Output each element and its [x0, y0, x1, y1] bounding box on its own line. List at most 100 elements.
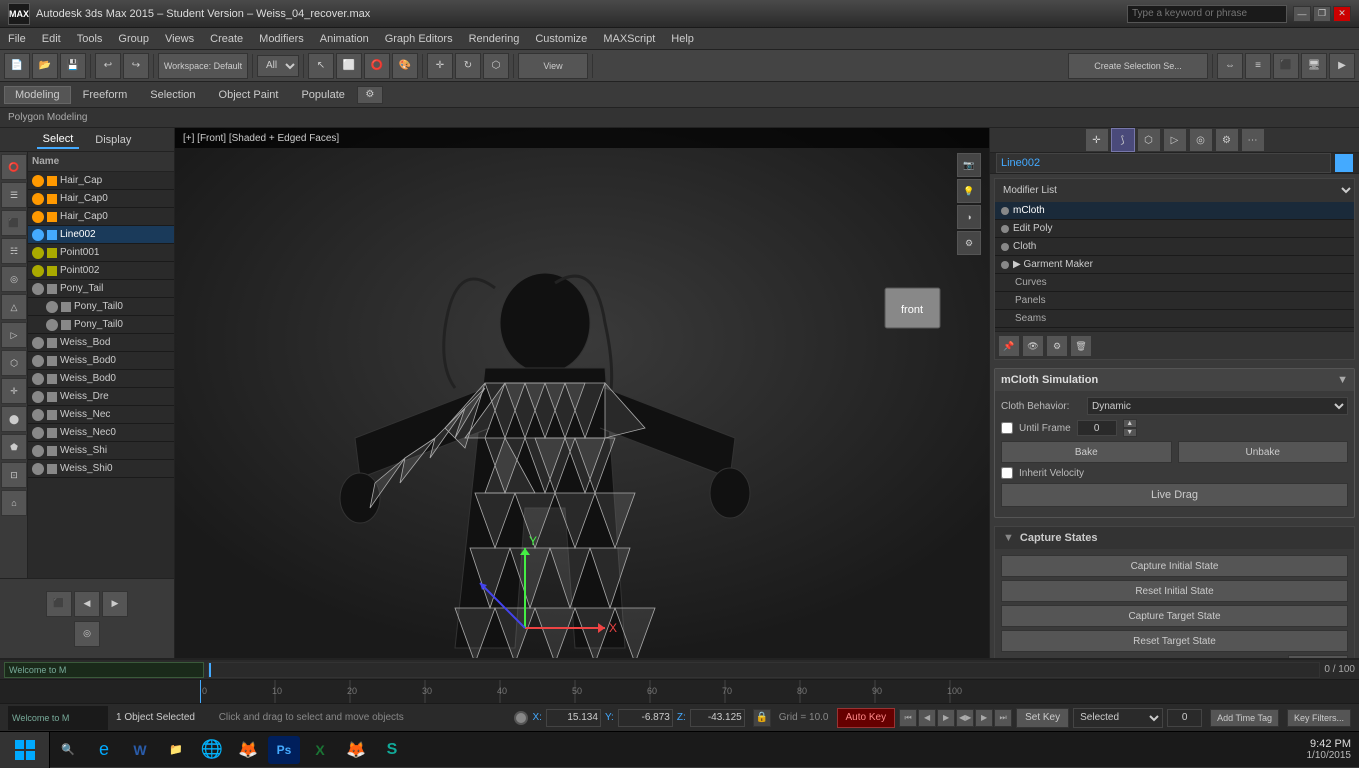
left-icon-2[interactable]: ☰ — [1, 182, 27, 208]
taskbar-app1[interactable]: 🦊 — [340, 734, 372, 766]
modifier-cloth[interactable]: Cloth — [995, 238, 1354, 256]
align-btn[interactable]: ≡ — [1245, 53, 1271, 79]
cmd-extra-icon[interactable]: ⋯ — [1241, 128, 1265, 152]
auto-key-button[interactable]: Auto Key — [837, 708, 896, 728]
key-filters-btn[interactable]: Key Filters... — [1287, 709, 1351, 727]
paint-select-btn[interactable]: 🎨 — [392, 53, 418, 79]
taskbar-excel[interactable]: X — [304, 734, 336, 766]
tab-populate[interactable]: Populate — [290, 86, 355, 104]
taskbar-word[interactable]: W — [124, 734, 156, 766]
mod-trash-btn[interactable]: 🗑 — [1070, 335, 1092, 357]
list-item[interactable]: Weiss_Shi0 — [28, 460, 174, 478]
list-item[interactable]: Weiss_Nec0 — [28, 424, 174, 442]
left-icon-7[interactable]: ▷ — [1, 322, 27, 348]
list-item[interactable]: Hair_Cap0 — [28, 190, 174, 208]
menu-views[interactable]: Views — [157, 31, 202, 47]
menu-help[interactable]: Help — [663, 31, 702, 47]
list-item[interactable]: Pony_Tail — [28, 280, 174, 298]
menu-maxscript[interactable]: MAXScript — [595, 31, 663, 47]
next-btn[interactable]: ▶ — [975, 709, 993, 727]
minimize-button[interactable]: — — [1293, 6, 1311, 22]
capture-states-header[interactable]: ▼ Capture States — [995, 527, 1354, 549]
vp-shading-icon[interactable]: ◑ — [957, 205, 981, 229]
left-icon-11[interactable]: ⬟ — [1, 434, 27, 460]
modifier-curves[interactable]: Curves — [995, 274, 1354, 292]
bottom-icon-2[interactable]: ◀ — [74, 591, 100, 617]
cmd-motion-icon[interactable]: ▷ — [1163, 128, 1187, 152]
menu-tools[interactable]: Tools — [69, 31, 111, 47]
workspace-dropdown[interactable]: Workspace: Default — [158, 53, 248, 79]
left-icon-4[interactable]: ☵ — [1, 238, 27, 264]
tab-freeform[interactable]: Freeform — [72, 86, 139, 104]
left-icon-6[interactable]: △ — [1, 294, 27, 320]
list-item-selected[interactable]: Line002 — [28, 226, 174, 244]
list-item[interactable]: Point001 — [28, 244, 174, 262]
behavior-select[interactable]: Dynamic — [1087, 397, 1348, 415]
cmd-modify-icon[interactable]: ⟆ — [1111, 128, 1135, 152]
vp-camera-icon[interactable]: 📷 — [957, 153, 981, 177]
list-item[interactable]: Weiss_Shi — [28, 442, 174, 460]
select-region-btn[interactable]: ⬜ — [336, 53, 362, 79]
rotate-btn[interactable]: ↻ — [455, 53, 481, 79]
menu-customize[interactable]: Customize — [527, 31, 595, 47]
filter-dropdown[interactable]: All — [257, 55, 299, 77]
keyword-search[interactable] — [1127, 5, 1287, 23]
left-icon-9[interactable]: ✛ — [1, 378, 27, 404]
x-coord-input[interactable] — [546, 709, 601, 727]
menu-modifiers[interactable]: Modifiers — [251, 31, 312, 47]
close-button[interactable]: ✕ — [1333, 6, 1351, 22]
lock-icon[interactable]: 🔒 — [753, 709, 771, 727]
vp-light-icon[interactable]: 💡 — [957, 179, 981, 203]
new-scene-btn[interactable]: 📄 — [4, 53, 30, 79]
menu-create[interactable]: Create — [202, 31, 251, 47]
menu-group[interactable]: Group — [110, 31, 157, 47]
bottom-icon-4[interactable]: ◎ — [74, 621, 100, 647]
menu-rendering[interactable]: Rendering — [461, 31, 528, 47]
frame-spin-down[interactable]: ▼ — [1123, 428, 1137, 437]
frame-spin-up[interactable]: ▲ — [1123, 419, 1137, 428]
undo-btn[interactable]: ↩ — [95, 53, 121, 79]
tab-modeling[interactable]: Modeling — [4, 86, 71, 104]
restore-button[interactable]: ❐ — [1313, 6, 1331, 22]
list-item[interactable]: Pony_Tail0 — [28, 316, 174, 334]
list-item[interactable]: Hair_Cap — [28, 172, 174, 190]
until-frame-checkbox[interactable] — [1001, 422, 1013, 434]
list-item[interactable]: Weiss_Bod0 — [28, 370, 174, 388]
select-btn[interactable]: ↖ — [308, 53, 334, 79]
taskbar-ie[interactable]: e — [88, 734, 120, 766]
settings-btn[interactable]: ⚙ — [357, 86, 383, 104]
play-back-btn[interactable]: ◀▶ — [956, 709, 974, 727]
list-item[interactable]: Hair_Cap0 — [28, 208, 174, 226]
scale-btn[interactable]: ⬡ — [483, 53, 509, 79]
left-icon-10[interactable]: ⬤ — [1, 406, 27, 432]
timeline-track[interactable] — [208, 662, 1320, 678]
menu-file[interactable]: File — [0, 31, 34, 47]
list-item[interactable]: Weiss_Dre — [28, 388, 174, 406]
render-btn[interactable]: ▶ — [1329, 53, 1355, 79]
mcloth-collapse[interactable]: ▼ — [1337, 374, 1348, 386]
left-icon-12[interactable]: ⊡ — [1, 462, 27, 488]
capture-target-btn[interactable]: Capture Target State — [1001, 605, 1348, 627]
next-frame-btn[interactable]: ⏭ — [994, 709, 1012, 727]
taskbar-app2[interactable]: S — [376, 734, 408, 766]
modifier-garment[interactable]: ▶ Garment Maker — [995, 256, 1354, 274]
view-btn[interactable]: View — [518, 53, 588, 79]
start-button[interactable] — [0, 732, 50, 768]
viewport[interactable]: [+] [Front] [Shaded + Edged Faces] — [175, 128, 989, 658]
list-item[interactable]: Point002 — [28, 262, 174, 280]
taskbar-firefox[interactable]: 🦊 — [232, 734, 264, 766]
render-setup-btn[interactable]: 🖥 — [1301, 53, 1327, 79]
left-icon-5[interactable]: ◎ — [1, 266, 27, 292]
inherit-velocity-checkbox[interactable] — [1001, 467, 1013, 479]
bake-button[interactable]: Bake — [1001, 441, 1172, 463]
object-name-input[interactable] — [996, 153, 1331, 173]
list-item[interactable]: Weiss_Bod0 — [28, 352, 174, 370]
cmd-display-icon[interactable]: ◎ — [1189, 128, 1213, 152]
menu-edit[interactable]: Edit — [34, 31, 69, 47]
layer-btn[interactable]: ⬛ — [1273, 53, 1299, 79]
live-drag-button[interactable]: Live Drag — [1001, 483, 1348, 507]
modifier-editpoly[interactable]: Edit Poly — [995, 220, 1354, 238]
create-sel-btn[interactable]: Create Selection Se... — [1068, 53, 1208, 79]
list-item[interactable]: Pony_Tail0 — [28, 298, 174, 316]
left-icon-8[interactable]: ⬡ — [1, 350, 27, 376]
